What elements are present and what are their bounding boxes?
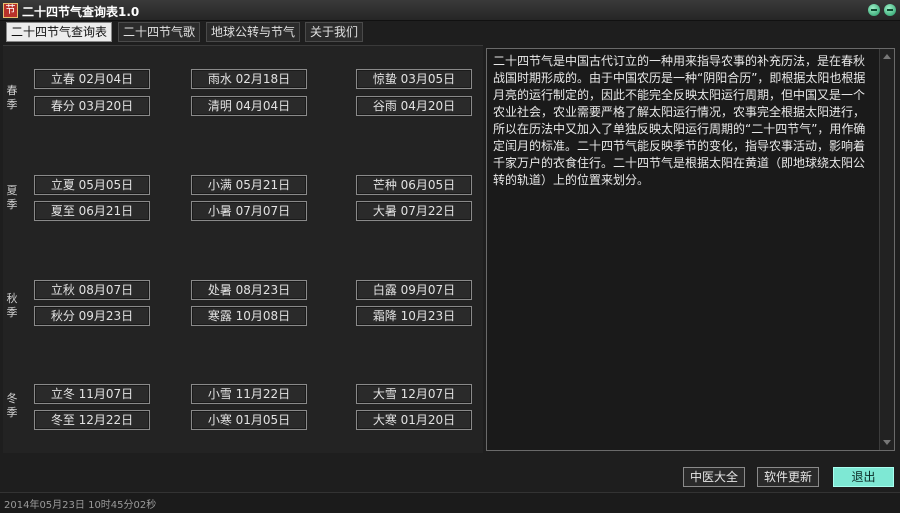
term-button[interactable]: 清明 04月04日 xyxy=(191,96,307,116)
term-button[interactable]: 立冬 11月07日 xyxy=(34,384,150,404)
scroll-down-icon[interactable] xyxy=(883,440,891,445)
term-button[interactable]: 立夏 05月05日 xyxy=(34,175,150,195)
title-bar[interactable]: 节 二十四节气查询表1.0 xyxy=(0,0,900,21)
tab-about-us[interactable]: 关于我们 xyxy=(305,22,364,42)
description-textbox[interactable]: 二十四节气是中国古代订立的一种用来指导农事的补充历法，是在春秋战国时期形成的。由… xyxy=(486,48,895,451)
term-button[interactable]: 雨水 02月18日 xyxy=(191,69,307,89)
term-button[interactable]: 小寒 01月05日 xyxy=(191,410,307,430)
term-button[interactable]: 白露 09月07日 xyxy=(356,280,472,300)
tab-query-table[interactable]: 二十四节气查询表 xyxy=(6,22,113,42)
term-button[interactable]: 小暑 07月07日 xyxy=(191,201,307,221)
term-button[interactable]: 寒露 10月08日 xyxy=(191,306,307,326)
term-button[interactable]: 惊蛰 03月05日 xyxy=(356,69,472,89)
status-bar: 2014年05月23日 10时45分02秒 xyxy=(0,492,900,513)
term-button[interactable]: 大寒 01月20日 xyxy=(356,410,472,430)
scroll-up-icon[interactable] xyxy=(883,54,891,59)
term-button[interactable]: 夏至 06月21日 xyxy=(34,201,150,221)
term-button[interactable]: 大暑 07月22日 xyxy=(356,201,472,221)
season-label-winter: 冬季 xyxy=(6,392,18,419)
season-label-autumn: 秋季 xyxy=(6,292,18,319)
vertical-scrollbar[interactable] xyxy=(879,49,894,450)
tab-solar-term-song[interactable]: 二十四节气歌 xyxy=(118,22,201,42)
solar-terms-panel: 春季 夏季 秋季 冬季 立春 02月04日 雨水 02月18日 惊蛰 03月05… xyxy=(3,45,483,453)
term-button[interactable]: 春分 03月20日 xyxy=(34,96,150,116)
term-button[interactable]: 冬至 12月22日 xyxy=(34,410,150,430)
exit-button[interactable]: 退出 xyxy=(833,467,894,487)
datetime-status: 2014年05月23日 10时45分02秒 xyxy=(4,500,157,511)
term-button[interactable]: 立春 02月04日 xyxy=(34,69,150,89)
term-button[interactable]: 处暑 08月23日 xyxy=(191,280,307,300)
term-button[interactable]: 芒种 06月05日 xyxy=(356,175,472,195)
season-label-spring: 春季 xyxy=(6,84,18,111)
description-text: 二十四节气是中国古代订立的一种用来指导农事的补充历法，是在春秋战国时期形成的。由… xyxy=(493,54,866,187)
software-update-button[interactable]: 软件更新 xyxy=(757,467,819,487)
term-button[interactable]: 谷雨 04月20日 xyxy=(356,96,472,116)
close-icon[interactable] xyxy=(884,4,896,16)
term-button[interactable]: 大雪 12月07日 xyxy=(356,384,472,404)
window-title: 二十四节气查询表1.0 xyxy=(22,5,140,19)
term-button[interactable]: 秋分 09月23日 xyxy=(34,306,150,326)
tab-earth-orbit[interactable]: 地球公转与节气 xyxy=(206,22,301,42)
term-button[interactable]: 小雪 11月22日 xyxy=(191,384,307,404)
term-button[interactable]: 小满 05月21日 xyxy=(191,175,307,195)
tcm-encyclopedia-button[interactable]: 中医大全 xyxy=(683,467,745,487)
minimize-icon[interactable] xyxy=(868,4,880,16)
term-button[interactable]: 立秋 08月07日 xyxy=(34,280,150,300)
app-logo-icon: 节 xyxy=(3,3,18,18)
term-button[interactable]: 霜降 10月23日 xyxy=(356,306,472,326)
season-label-summer: 夏季 xyxy=(6,184,18,211)
